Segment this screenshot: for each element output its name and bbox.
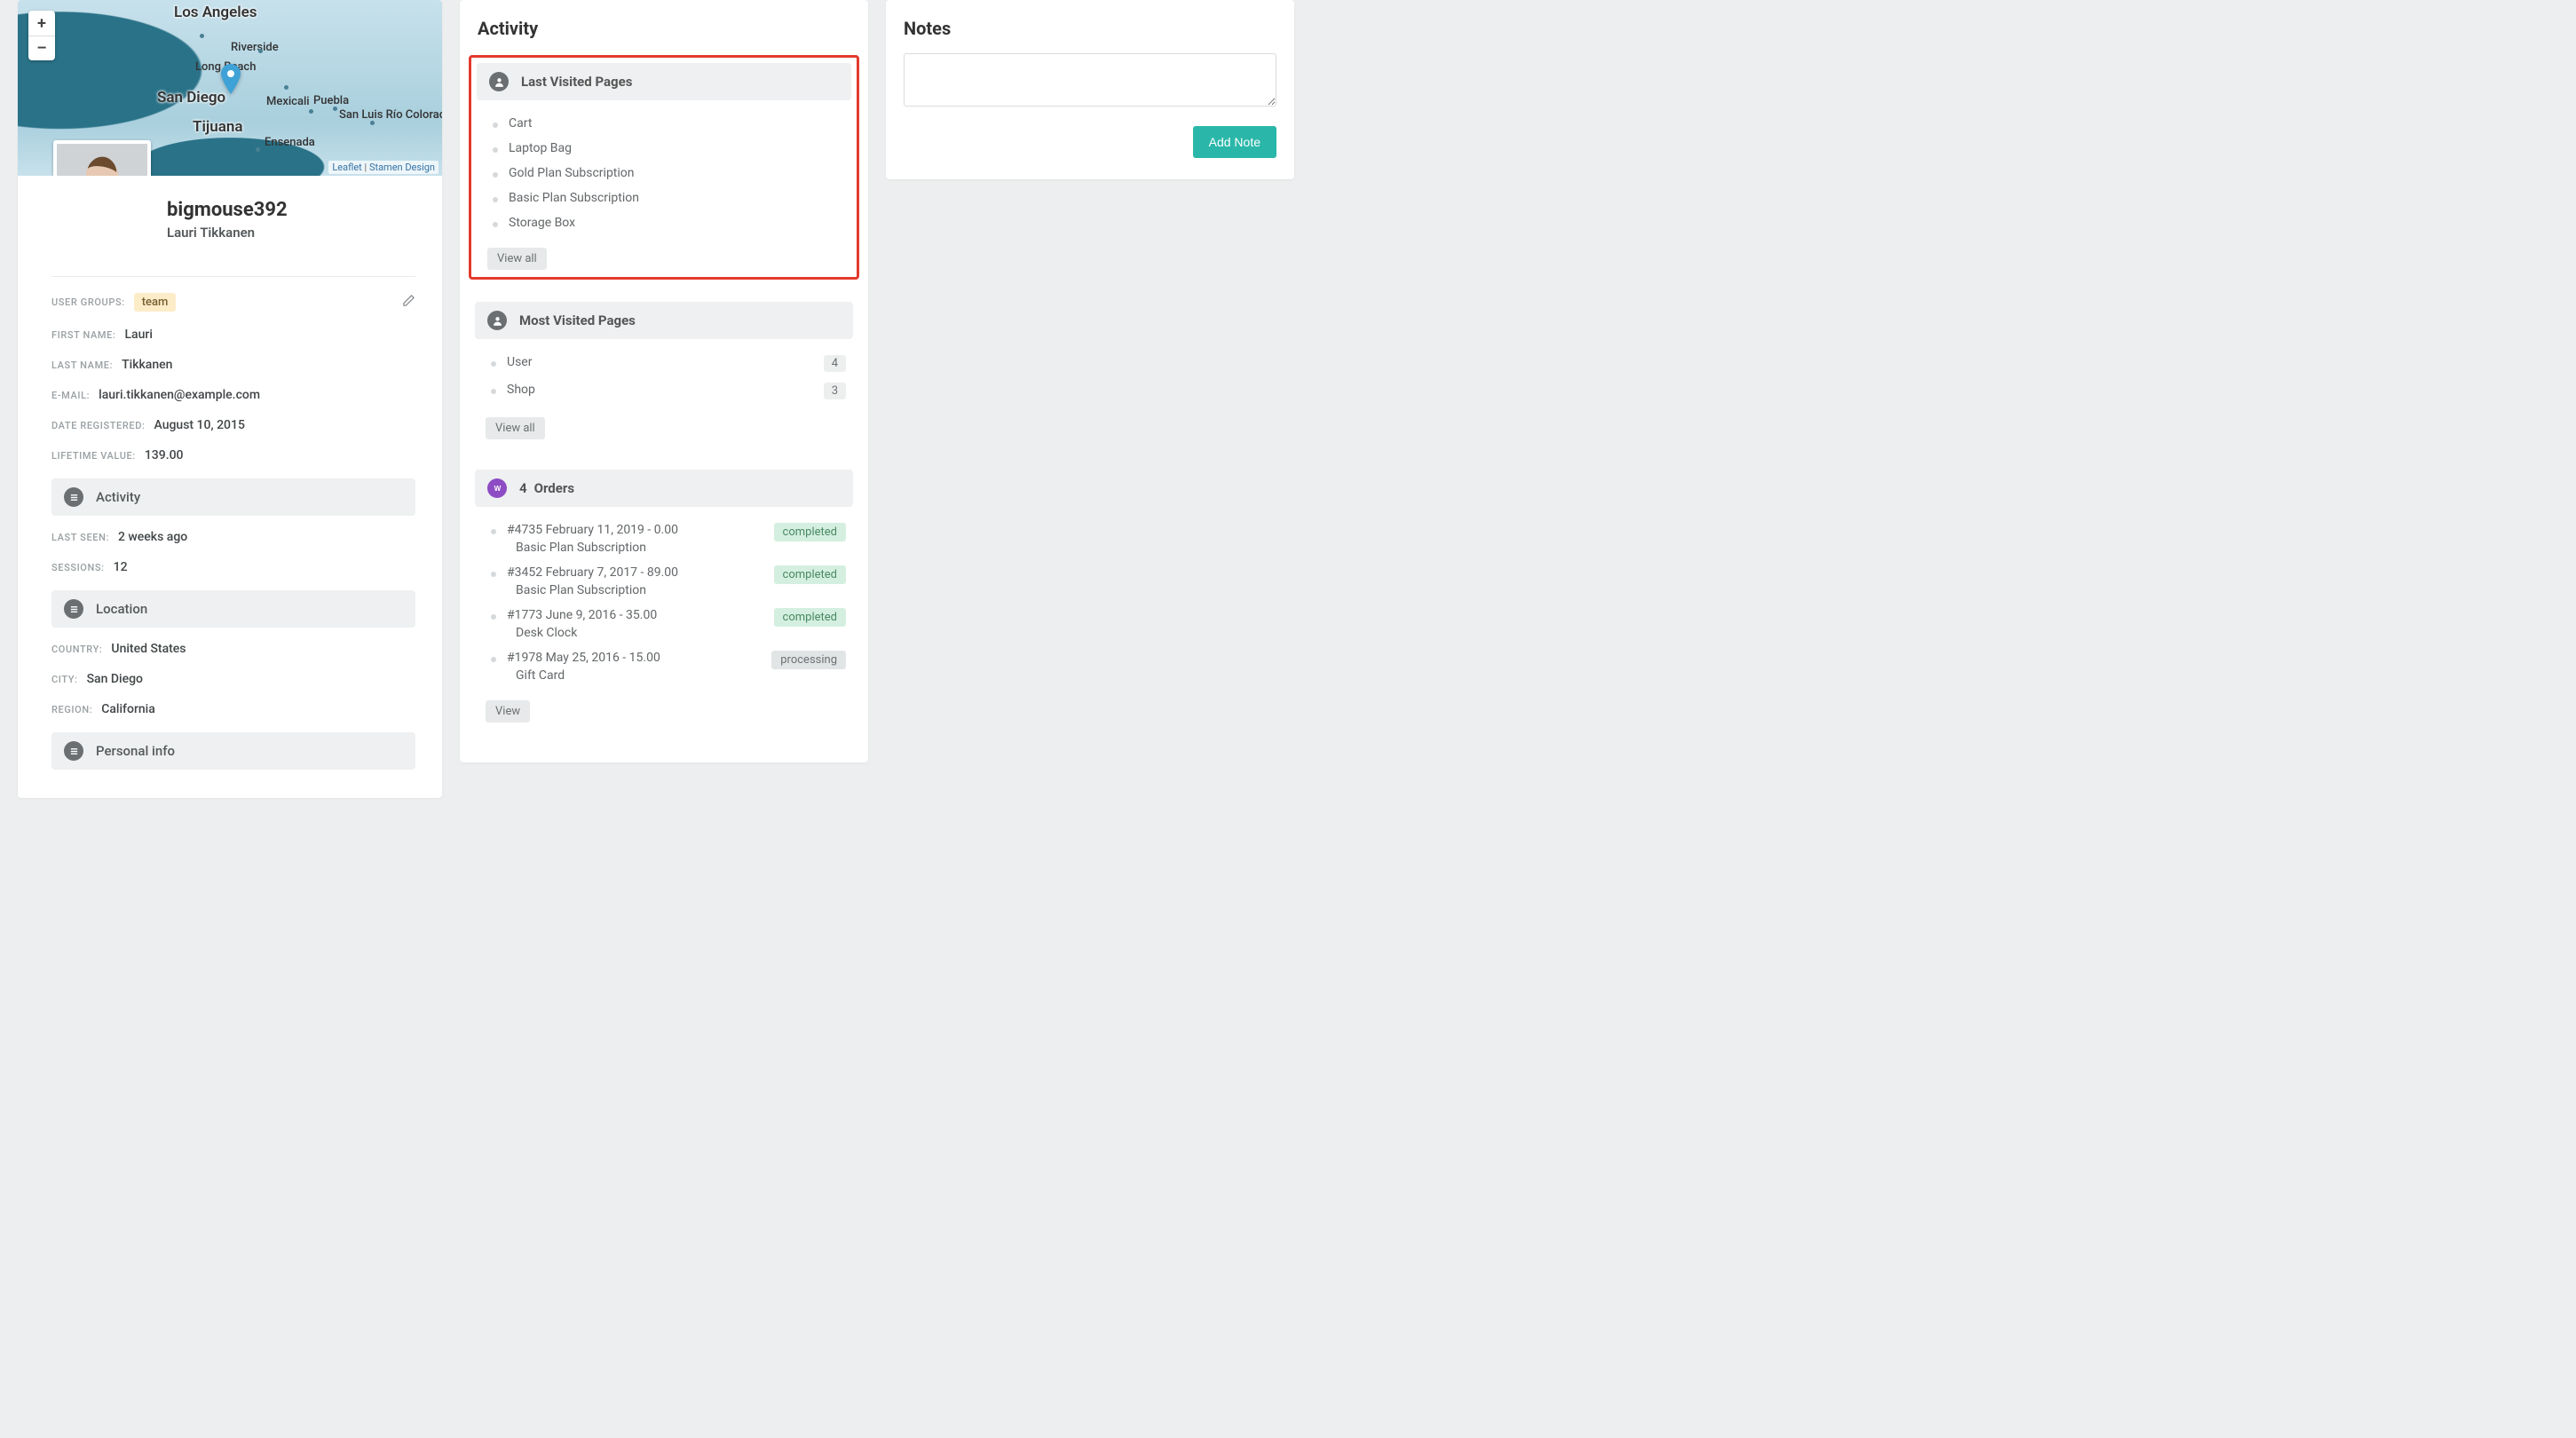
woocommerce-icon: W [487, 478, 507, 498]
section-activity[interactable]: Activity [51, 478, 415, 516]
stamen-link[interactable]: Stamen Design [369, 162, 435, 173]
sessions-value: 12 [114, 560, 128, 574]
section-location-title: Location [96, 601, 147, 617]
map-zoom-control: + – [28, 11, 55, 60]
order-item[interactable]: #1978 May 25, 2016 - 15.00 Gift Card pro… [491, 645, 846, 688]
profile-username: bigmouse392 [167, 199, 419, 221]
order-status: completed [774, 565, 846, 584]
visited-page-item[interactable]: Laptop Bag [493, 136, 844, 161]
order-item[interactable]: #1773 June 9, 2016 - 35.00 Desk Clock co… [491, 603, 846, 645]
visited-page-item[interactable]: Storage Box [493, 210, 844, 235]
last-seen-label: LAST SEEN: [51, 532, 109, 543]
most-visited-title: Most Visited Pages [519, 312, 636, 328]
last-visited-panel: Last Visited Pages Cart Laptop Bag Gold … [469, 55, 859, 280]
order-status: completed [774, 608, 846, 627]
ltv-label: LIFETIME VALUE: [51, 450, 136, 462]
first-name-label: FIRST NAME: [51, 329, 115, 341]
order-status: completed [774, 523, 846, 541]
orders-title: Orders [534, 480, 574, 496]
leaflet-link[interactable]: Leaflet [332, 162, 361, 173]
ltv-value: 139.00 [145, 448, 184, 462]
map-city-sandiego: San Diego [157, 89, 225, 107]
visit-count: 4 [824, 355, 846, 372]
section-location[interactable]: Location [51, 590, 415, 628]
section-personal-title: Personal info [96, 743, 175, 759]
visit-count: 3 [824, 383, 846, 399]
email-label: E-MAIL: [51, 390, 90, 401]
most-visited-item[interactable]: User 4 [491, 350, 846, 377]
user-group-tag[interactable]: team [134, 293, 177, 312]
view-all-last-visited-button[interactable]: View all [487, 248, 547, 270]
region-label: REGION: [51, 704, 92, 715]
activity-card: Activity Last Visited Pages Cart Laptop … [460, 0, 868, 762]
visited-page-item[interactable]: Basic Plan Subscription [493, 186, 844, 210]
last-name-value: Tikkanen [122, 358, 172, 372]
country-label: COUNTRY: [51, 644, 102, 655]
country-value: United States [111, 642, 186, 656]
last-seen-value: 2 weeks ago [118, 530, 187, 544]
zoom-out-button[interactable]: – [28, 36, 55, 60]
avatar [53, 140, 151, 176]
map-city-sanluis: San Luis Río Colorado [339, 108, 442, 122]
orders-count: 4 [519, 480, 527, 496]
map-city-la: Los Angeles [174, 4, 257, 21]
email-value: lauri.tikkanen@example.com [99, 388, 260, 402]
map-city-riverside: Riverside [231, 41, 279, 54]
notes-title: Notes [904, 18, 1276, 39]
most-visited-panel: Most Visited Pages User 4 Shop 3 View al… [469, 296, 859, 447]
city-label: CITY: [51, 674, 78, 685]
most-visited-item[interactable]: Shop 3 [491, 377, 846, 405]
order-item[interactable]: #3452 February 7, 2017 - 89.00 Basic Pla… [491, 560, 846, 603]
section-personal[interactable]: Personal info [51, 732, 415, 770]
activity-title: Activity [469, 18, 859, 55]
zoom-in-button[interactable]: + [28, 11, 55, 36]
view-orders-button[interactable]: View [486, 700, 530, 723]
user-icon [487, 311, 507, 330]
svg-text:W: W [494, 485, 501, 493]
visited-page-item[interactable]: Cart [493, 111, 844, 136]
user-icon [489, 72, 509, 91]
map-city-puebla: Puebla [313, 94, 349, 107]
visited-page-item[interactable]: Gold Plan Subscription [493, 161, 844, 186]
notes-card: Notes Add Note [886, 0, 1294, 179]
last-name-label: LAST NAME: [51, 360, 113, 371]
activity-section-icon [64, 487, 83, 507]
profile-fullname: Lauri Tikkanen [167, 225, 419, 241]
first-name-value: Lauri [124, 328, 152, 342]
sessions-label: SESSIONS: [51, 562, 105, 573]
edit-groups-icon[interactable] [402, 294, 415, 311]
personal-section-icon [64, 741, 83, 761]
map-city-mexicali: Mexicali [266, 95, 310, 108]
location-section-icon [64, 599, 83, 619]
date-registered-value: August 10, 2015 [154, 418, 244, 432]
map-city-ensenada: Ensenada [265, 136, 315, 149]
order-status: processing [771, 651, 846, 669]
view-all-most-visited-button[interactable]: View all [486, 417, 545, 439]
map-pin-icon [220, 64, 241, 85]
last-visited-title: Last Visited Pages [521, 74, 632, 90]
order-item[interactable]: #4735 February 11, 2019 - 0.00 Basic Pla… [491, 518, 846, 560]
city-value: San Diego [87, 672, 143, 686]
map-city-tijuana: Tijuana [193, 118, 242, 136]
section-activity-title: Activity [96, 489, 140, 505]
location-map[interactable]: Los Angeles Riverside Long Beach San Die… [18, 0, 442, 176]
date-registered-label: DATE REGISTERED: [51, 420, 145, 431]
note-textarea[interactable] [904, 53, 1276, 107]
add-note-button[interactable]: Add Note [1193, 126, 1276, 158]
user-groups-label: USER GROUPS: [51, 296, 125, 308]
profile-card: Los Angeles Riverside Long Beach San Die… [18, 0, 442, 798]
region-value: California [101, 702, 155, 716]
orders-panel: W 4 Orders #4735 February 11, 2019 - 0.0… [469, 463, 859, 731]
map-attribution: Leaflet | Stamen Design [328, 161, 439, 174]
